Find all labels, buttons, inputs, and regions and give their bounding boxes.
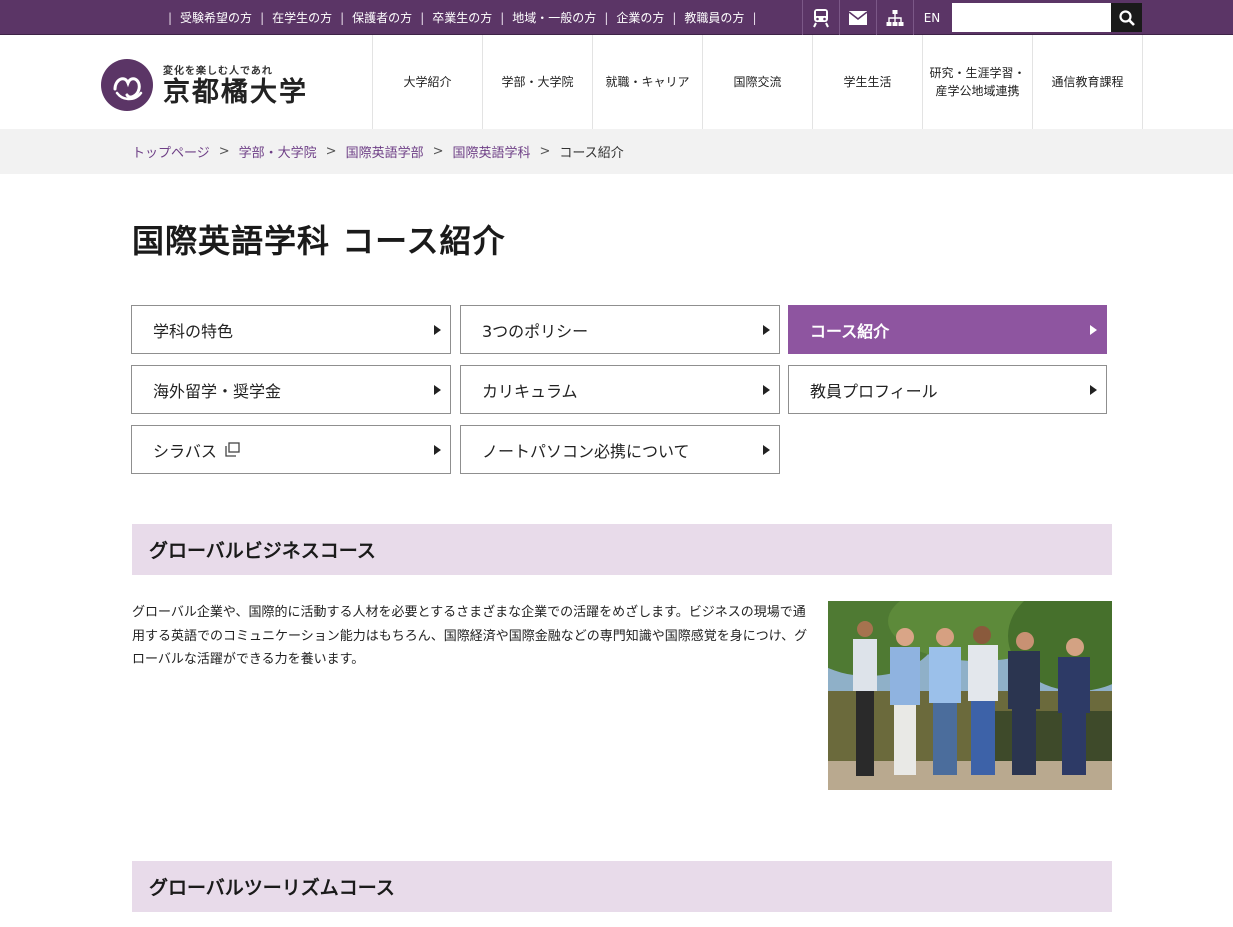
nav-international[interactable]: 国際交流	[702, 35, 812, 129]
search-input[interactable]	[952, 3, 1111, 32]
arrow-right-icon	[434, 444, 441, 455]
sitemap-icon	[886, 9, 904, 26]
nav-research[interactable]: 研究・生涯学習・ 産学公地域連携	[922, 35, 1032, 129]
logo-university-name: 京都橘大学	[163, 76, 308, 108]
arrow-right-icon	[434, 324, 441, 335]
train-icon	[813, 8, 829, 27]
nav-correspondence[interactable]: 通信教育課程	[1032, 35, 1142, 129]
section-heading-global-business: グローバルビジネスコース	[132, 524, 1112, 575]
university-logo[interactable]: 変化を楽しむ人であれ 京都橘大学	[101, 59, 308, 111]
arrow-right-icon	[1090, 324, 1097, 335]
search-button[interactable]	[1111, 3, 1142, 32]
breadcrumb: トップページ > 学部・大学院 > 国際英語学部 > 国際英語学科 > コース紹…	[0, 129, 1233, 174]
utility-bar: | 受験希望の方 | 在学生の方 | 保護者の方 | 卒業生の方 | 地域・一般…	[0, 0, 1233, 35]
search-icon	[1118, 9, 1135, 26]
subnav-laptop[interactable]: ノートパソコン必携について	[460, 425, 780, 474]
section-heading-global-tourism: グローバルツーリズムコース	[132, 861, 1112, 912]
nav-career[interactable]: 就職・キャリア	[592, 35, 702, 129]
subnav-policies[interactable]: 3つのポリシー	[460, 305, 780, 354]
breadcrumb-department[interactable]: 国際英語学科	[453, 142, 531, 161]
subnav-faculty-profiles[interactable]: 教員プロフィール	[788, 365, 1107, 414]
nav-about[interactable]: 大学紹介	[372, 35, 482, 129]
utility-icons: EN	[802, 0, 950, 35]
breadcrumb-top[interactable]: トップページ	[132, 142, 210, 161]
link-companies[interactable]: 企業の方	[616, 9, 664, 26]
nav-faculties[interactable]: 学部・大学院	[482, 35, 592, 129]
link-community[interactable]: 地域・一般の方	[512, 9, 596, 26]
section-text-global-business: グローバル企業や、国際的に活動する人材を必要とするさまざまな企業での活躍をめざし…	[132, 605, 808, 667]
course-photo	[828, 601, 1112, 790]
breadcrumb-current: コース紹介	[559, 146, 624, 161]
subnav-courses[interactable]: コース紹介	[788, 305, 1107, 354]
logo-mark-icon	[101, 59, 153, 111]
breadcrumb-faculty[interactable]: 国際英語学部	[346, 142, 424, 161]
subnav-study-abroad[interactable]: 海外留学・奨学金	[131, 365, 451, 414]
link-parents[interactable]: 保護者の方	[352, 9, 412, 26]
arrow-right-icon	[434, 384, 441, 395]
site-search	[952, 3, 1142, 32]
site-header: 変化を楽しむ人であれ 京都橘大学 大学紹介 学部・大学院 就職・キャリア 国際交…	[0, 35, 1233, 129]
audience-links: | 受験希望の方 | 在学生の方 | 保護者の方 | 卒業生の方 | 地域・一般…	[168, 9, 757, 26]
link-prospective-students[interactable]: 受験希望の方	[180, 9, 252, 26]
external-window-icon	[225, 442, 240, 457]
english-link[interactable]: EN	[913, 0, 950, 35]
contact-button[interactable]	[839, 0, 876, 35]
link-alumni[interactable]: 卒業生の方	[432, 9, 492, 26]
subnav-features[interactable]: 学科の特色	[131, 305, 451, 354]
link-faculty-staff[interactable]: 教職員の方	[684, 9, 744, 26]
arrow-right-icon	[763, 324, 770, 335]
arrow-right-icon	[763, 384, 770, 395]
logo-tagline: 変化を楽しむ人であれ	[163, 65, 273, 77]
link-current-students[interactable]: 在学生の方	[272, 9, 332, 26]
sitemap-button[interactable]	[876, 0, 913, 35]
arrow-right-icon	[1090, 384, 1097, 395]
mail-icon	[849, 10, 867, 25]
arrow-right-icon	[763, 444, 770, 455]
global-nav: 大学紹介 学部・大学院 就職・キャリア 国際交流 学生生活 研究・生涯学習・ 産…	[372, 35, 1143, 129]
nav-student-life[interactable]: 学生生活	[812, 35, 922, 129]
access-button[interactable]	[802, 0, 839, 35]
breadcrumb-faculties[interactable]: 学部・大学院	[239, 142, 317, 161]
subnav-syllabus[interactable]: シラバス	[131, 425, 451, 474]
page-title: 国際英語学科 コース紹介	[132, 222, 506, 260]
subnav-curriculum[interactable]: カリキュラム	[460, 365, 780, 414]
